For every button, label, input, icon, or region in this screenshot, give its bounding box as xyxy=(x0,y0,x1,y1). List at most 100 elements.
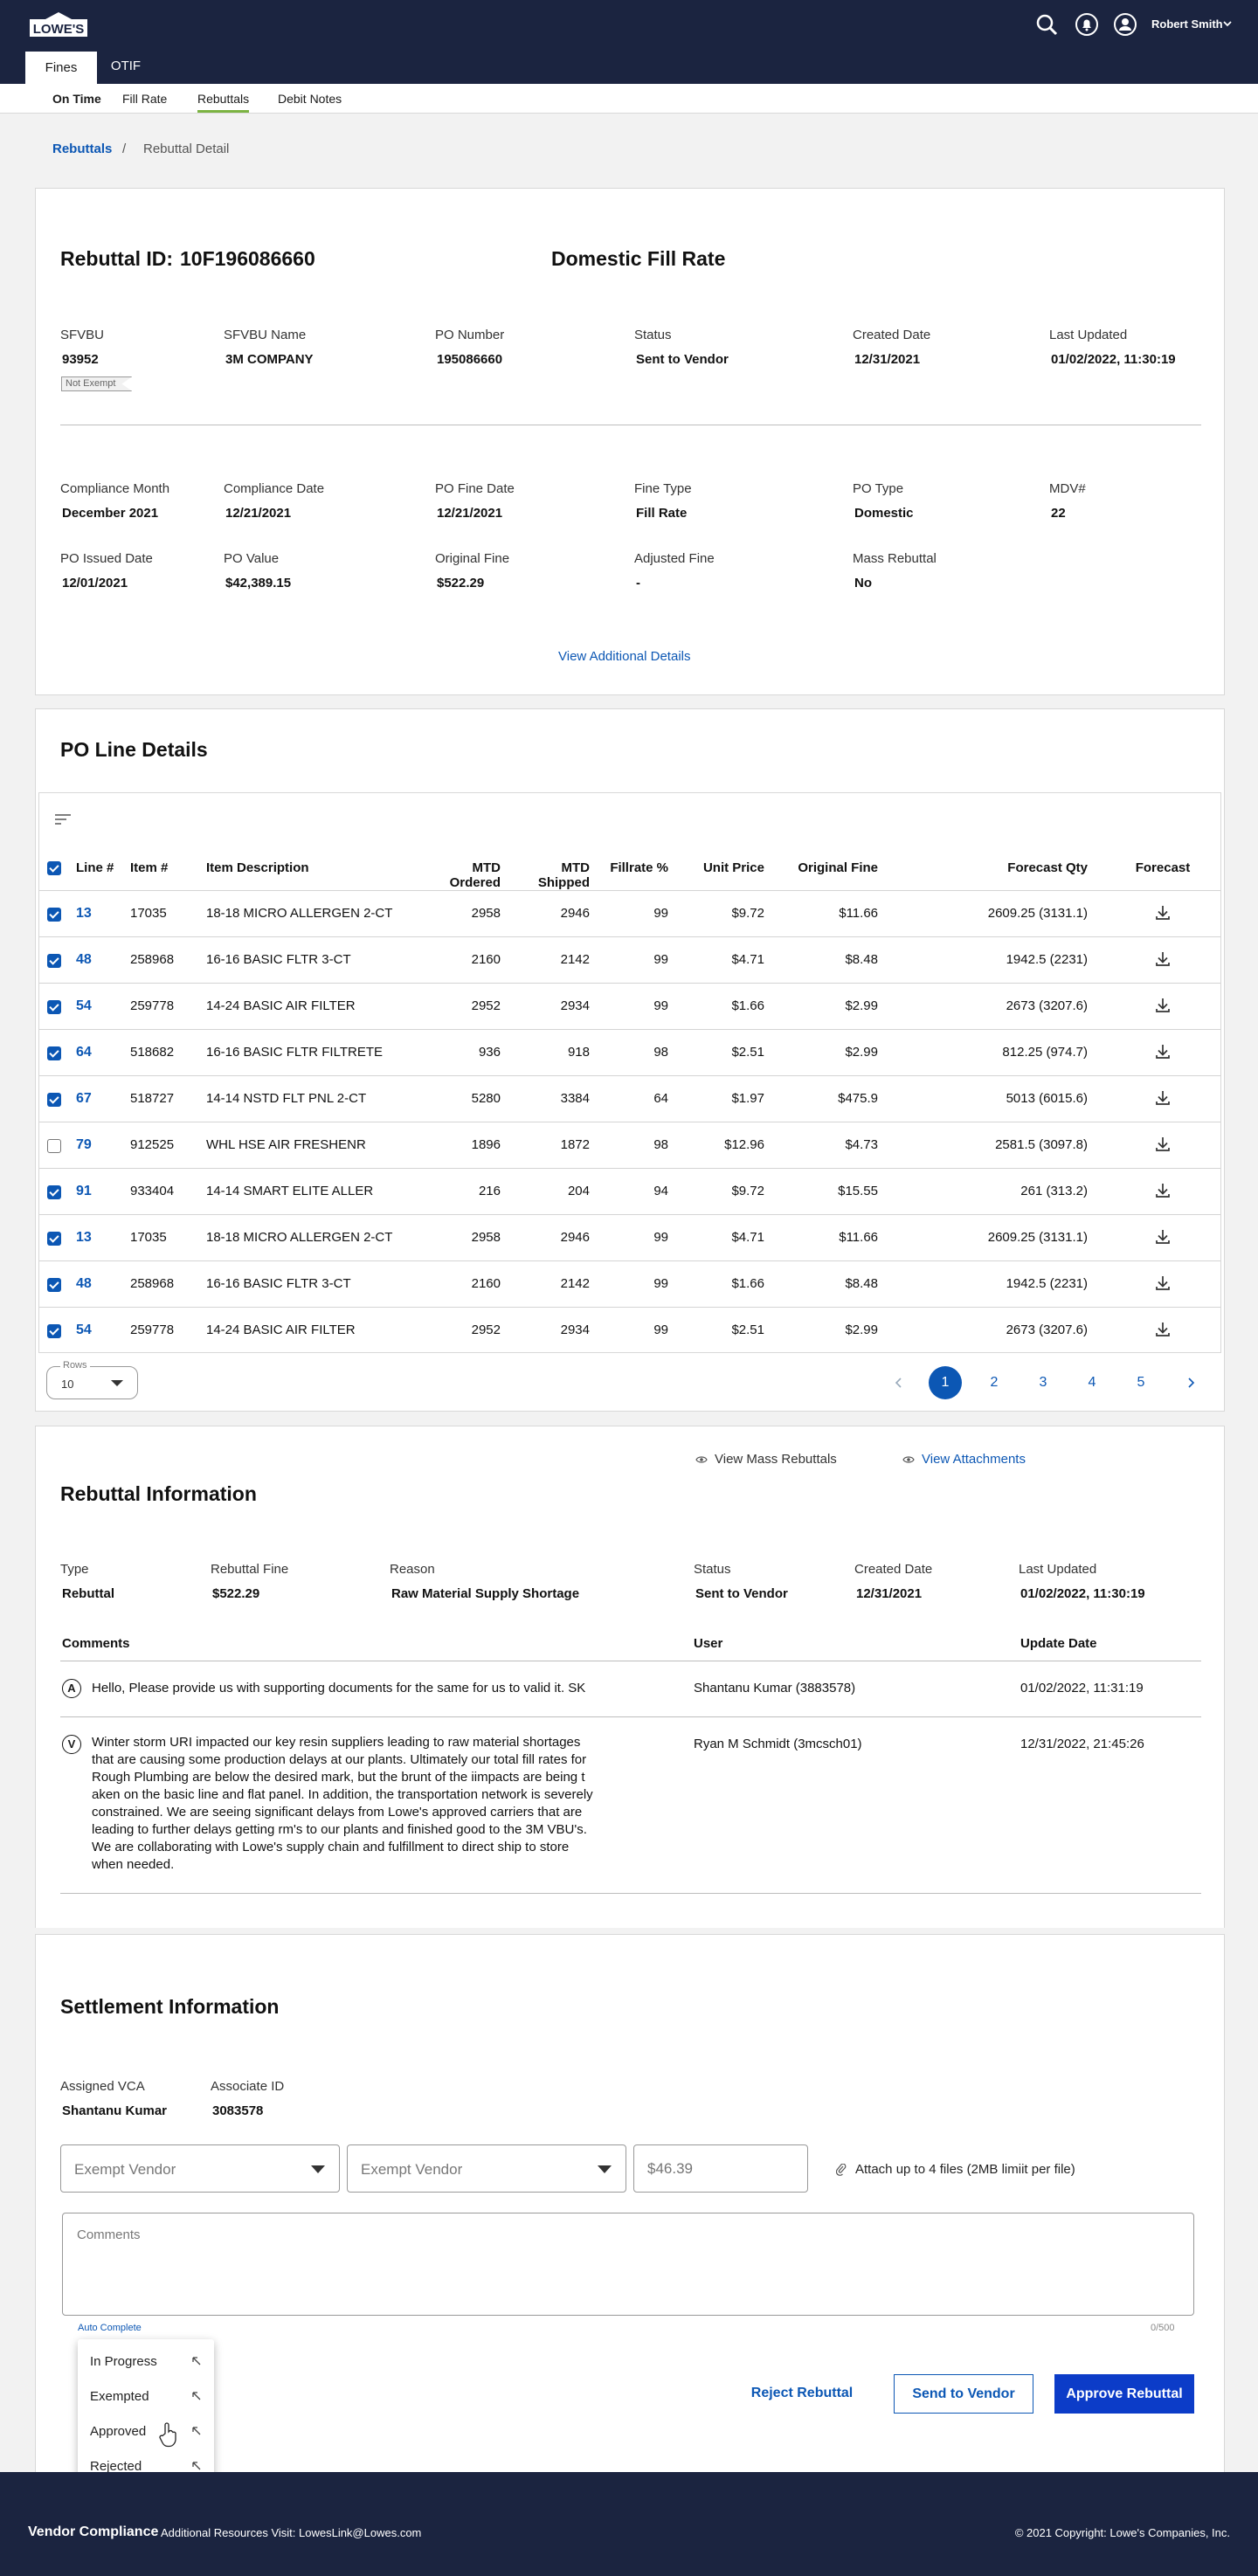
item-description-cell: 16-16 BASIC FLTR 3-CT xyxy=(206,1276,351,1291)
row-checkbox[interactable] xyxy=(47,954,61,968)
row-checkbox[interactable] xyxy=(47,1278,61,1292)
column-header[interactable]: Unit Price xyxy=(695,860,764,875)
chevron-left-icon[interactable] xyxy=(892,1376,906,1390)
field-label: PO Number xyxy=(435,328,505,342)
row-checkbox[interactable] xyxy=(47,1093,61,1107)
column-header[interactable]: Item # xyxy=(130,860,168,875)
send-to-vendor-button[interactable]: Send to Vendor xyxy=(894,2374,1033,2414)
row-checkbox[interactable] xyxy=(47,1000,61,1014)
lowes-logo[interactable]: LOWE'S xyxy=(28,10,89,38)
column-header[interactable]: Forecast xyxy=(1128,860,1198,875)
page-button-5[interactable]: 5 xyxy=(1124,1366,1158,1399)
download-icon[interactable] xyxy=(1153,1227,1172,1247)
rows-per-page-select[interactable]: Rows 10 xyxy=(46,1360,138,1399)
column-header[interactable]: Forecast Qty xyxy=(948,860,1088,875)
comment-date: 12/31/2022, 21:45:26 xyxy=(1020,1737,1144,1751)
eye-icon xyxy=(695,1456,708,1463)
line-number-link[interactable]: 54 xyxy=(76,998,92,1014)
arrow-up-left-icon xyxy=(192,2392,201,2400)
mtd-shipped-cell: 2934 xyxy=(560,998,590,1013)
column-header[interactable]: Line # xyxy=(76,860,114,875)
download-icon[interactable] xyxy=(1153,950,1172,969)
chevron-down-icon[interactable] xyxy=(1221,17,1234,30)
download-icon[interactable] xyxy=(1153,1320,1172,1339)
field-value: Sent to Vendor xyxy=(636,352,729,367)
row-checkbox[interactable] xyxy=(47,908,61,922)
row-checkbox[interactable] xyxy=(47,1139,61,1153)
amount-input[interactable] xyxy=(633,2144,808,2193)
subnav-fill-rate[interactable]: Fill Rate xyxy=(122,92,167,110)
reject-rebuttal-button[interactable]: Reject Rebuttal xyxy=(745,2374,859,2414)
user-name[interactable]: Robert Smith xyxy=(1151,17,1223,31)
column-header[interactable]: MTD Ordered xyxy=(420,860,501,890)
field-value: 12/31/2021 xyxy=(854,352,921,367)
column-header[interactable]: Original Fine xyxy=(791,860,878,875)
footer-resources-link[interactable]: Additional Resources Visit: LowesLink@Lo… xyxy=(161,2526,421,2539)
exempt-vendor-dropdown-1[interactable]: Exempt Vendor xyxy=(60,2144,340,2193)
filter-icon[interactable] xyxy=(54,813,72,825)
menu-item-exempted[interactable]: Exempted xyxy=(90,2389,149,2404)
download-icon[interactable] xyxy=(1153,996,1172,1015)
field-value: 12/21/2021 xyxy=(437,506,503,521)
page-button-1[interactable]: 1 xyxy=(929,1366,962,1399)
approve-rebuttal-button[interactable]: Approve Rebuttal xyxy=(1054,2374,1194,2414)
row-checkbox[interactable] xyxy=(47,1046,61,1060)
line-number-link[interactable]: 13 xyxy=(76,1230,92,1246)
line-number-link[interactable]: 13 xyxy=(76,906,92,922)
field-value: 12/01/2021 xyxy=(62,576,128,590)
page-button-4[interactable]: 4 xyxy=(1075,1366,1109,1399)
column-header[interactable]: MTD Shipped xyxy=(509,860,590,890)
tab-otif[interactable]: OTIF xyxy=(101,49,150,84)
line-number-link[interactable]: 91 xyxy=(76,1184,92,1199)
download-icon[interactable] xyxy=(1153,1088,1172,1108)
auto-complete-link[interactable]: Auto Complete xyxy=(78,2323,142,2333)
line-number-link[interactable]: 48 xyxy=(76,1276,92,1292)
page-button-3[interactable]: 3 xyxy=(1026,1366,1060,1399)
exempt-vendor-dropdown-2[interactable]: Exempt Vendor xyxy=(347,2144,626,2193)
item-description-cell: 14-24 BASIC AIR FILTER xyxy=(206,998,356,1013)
row-checkbox[interactable] xyxy=(47,1324,61,1338)
subnav-on-time[interactable]: On Time xyxy=(52,92,101,110)
subnav-debit-notes[interactable]: Debit Notes xyxy=(278,92,342,110)
download-icon[interactable] xyxy=(1153,1135,1172,1154)
paperclip-icon[interactable] xyxy=(836,2164,847,2176)
select-all-checkbox[interactable] xyxy=(47,861,61,875)
page-button-2[interactable]: 2 xyxy=(978,1366,1011,1399)
chevron-right-icon[interactable] xyxy=(1184,1376,1198,1390)
caret-down-icon xyxy=(311,2165,325,2173)
user-avatar-icon[interactable] xyxy=(1113,12,1137,37)
download-icon[interactable] xyxy=(1153,903,1172,922)
line-number-link[interactable]: 64 xyxy=(76,1045,92,1060)
forecast-qty-cell: 812.25 (974.7) xyxy=(1002,1045,1088,1060)
download-icon[interactable] xyxy=(1153,1274,1172,1293)
line-number-link[interactable]: 79 xyxy=(76,1137,92,1153)
original-fine-cell: $2.99 xyxy=(845,1045,878,1060)
notification-bell-icon[interactable] xyxy=(1075,12,1099,37)
view-additional-details-link[interactable]: View Additional Details xyxy=(558,649,690,664)
line-number-link[interactable]: 48 xyxy=(76,952,92,968)
line-number-link[interactable]: 67 xyxy=(76,1091,92,1107)
breadcrumb-rebuttals-link[interactable]: Rebuttals xyxy=(52,142,112,156)
view-attachments-label: View Attachments xyxy=(922,1452,1026,1467)
tab-fines[interactable]: Fines xyxy=(25,49,97,84)
menu-item-in-progress[interactable]: In Progress xyxy=(90,2354,157,2369)
row-checkbox[interactable] xyxy=(47,1232,61,1246)
field-label: Last Updated xyxy=(1049,328,1128,342)
menu-item-approved[interactable]: Approved xyxy=(90,2424,146,2439)
comments-textarea[interactable] xyxy=(62,2213,1194,2316)
download-icon[interactable] xyxy=(1153,1042,1172,1061)
download-icon[interactable] xyxy=(1153,1181,1172,1200)
attach-files-link[interactable]: Attach up to 4 files (2MB limiit per fil… xyxy=(855,2162,1075,2177)
search-icon[interactable] xyxy=(1034,12,1059,37)
line-number-link[interactable]: 54 xyxy=(76,1323,92,1338)
mtd-ordered-cell: 2958 xyxy=(471,906,501,921)
rows-value: 10 xyxy=(61,1378,74,1391)
subnav-rebuttals[interactable]: Rebuttals xyxy=(197,92,250,113)
view-mass-rebuttals-link[interactable]: View Mass Rebuttals xyxy=(695,1452,837,1467)
dropdown-placeholder: Exempt Vendor xyxy=(74,2161,176,2178)
row-checkbox[interactable] xyxy=(47,1185,61,1199)
mtd-ordered-cell: 2160 xyxy=(471,952,501,967)
column-header[interactable]: Fillrate % xyxy=(607,860,668,875)
view-attachments-link[interactable]: View Attachments xyxy=(902,1452,1026,1467)
column-header[interactable]: Item Description xyxy=(206,860,309,875)
